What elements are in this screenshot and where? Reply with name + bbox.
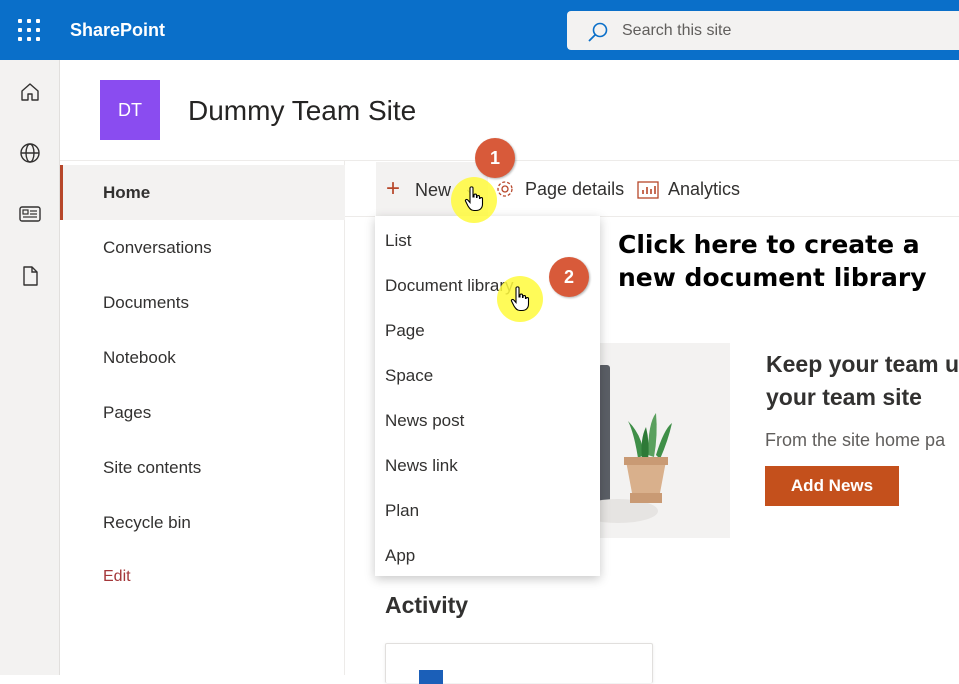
nav-item-home[interactable]: Home [60,165,345,220]
search-box[interactable]: Search this site [567,11,959,50]
menu-item-space[interactable]: Space [385,366,433,386]
new-button-label: New [415,180,452,200]
app-launcher-icon[interactable] [18,19,40,41]
menu-item-plan[interactable]: Plan [385,501,419,521]
activity-heading: Activity [385,592,469,618]
menu-item-list[interactable]: List [385,231,411,251]
left-navigation: Home Conversations Documents Notebook Pa… [60,160,345,675]
news-heading-line1: Keep your team u [766,351,959,377]
news-heading-line2: your team site [766,384,922,410]
file-icon[interactable] [18,264,42,288]
menu-item-app[interactable]: App [385,546,415,566]
news-icon[interactable] [18,202,42,226]
search-input[interactable]: Search this site [622,22,731,40]
menu-item-document-library[interactable]: Document library [385,276,514,296]
analytics-button[interactable]: Analytics [668,179,740,200]
home-icon[interactable] [18,80,42,104]
step-badge-1: 1 [475,138,515,178]
news-illustration [578,343,730,538]
analytics-icon [637,181,659,199]
app-name[interactable]: SharePoint [70,20,165,41]
menu-item-news-link[interactable]: News link [385,456,458,476]
nav-edit-link[interactable]: Edit [60,549,345,604]
news-heading: Keep your team u your team site [766,348,959,414]
site-title[interactable]: Dummy Team Site [188,95,416,127]
annotation-callout: Click here to create a new document libr… [618,230,927,292]
step-badge-2: 2 [549,257,589,297]
plus-icon: + [386,175,401,202]
site-logo[interactable]: DT [100,80,160,140]
nav-item-pages[interactable]: Pages [60,385,345,440]
activity-card[interactable] [385,643,653,684]
app-bar [0,60,60,675]
menu-item-news-post[interactable]: News post [385,411,464,431]
nav-item-notebook[interactable]: Notebook [60,330,345,385]
plant-illustration [578,365,672,523]
gear-icon [497,181,513,197]
globe-icon[interactable] [18,141,42,165]
add-news-button[interactable]: Add News [765,466,899,506]
hand-cursor-icon-2 [510,286,530,312]
nav-item-documents[interactable]: Documents [60,275,345,330]
page-details-button[interactable]: Page details [525,179,624,200]
nav-item-recycle-bin[interactable]: Recycle bin [60,495,345,550]
news-subtext: From the site home pa [765,430,946,450]
nav-item-site-contents[interactable]: Site contents [60,440,345,495]
menu-item-page[interactable]: Page [385,321,425,341]
nav-item-conversations[interactable]: Conversations [60,220,345,275]
search-icon [588,22,608,42]
suite-header: SharePoint Search this site [0,0,959,60]
hand-cursor-icon [464,186,484,212]
document-icon [419,670,443,684]
